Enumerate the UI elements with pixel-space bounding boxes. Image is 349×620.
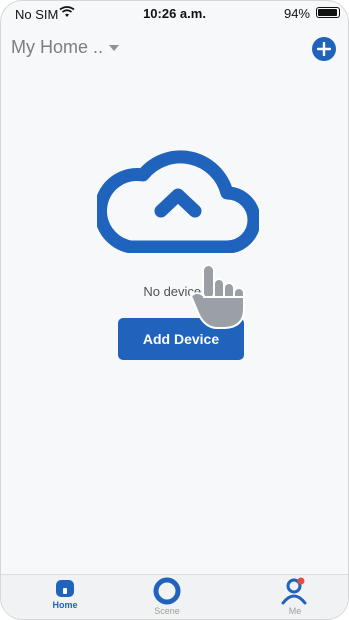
tab-scene-label: Scene [154,606,180,616]
add-button[interactable] [312,37,336,61]
battery-icon [316,7,340,18]
empty-state-message: No devices [143,284,208,299]
battery-percentage: 94% [283,6,310,21]
header: My Home .. [1,25,348,73]
tab-scene[interactable]: Scene [132,577,202,616]
home-selector[interactable]: My Home .. [11,37,120,58]
scene-icon [153,577,181,605]
home-icon [56,580,74,597]
user-icon [281,577,307,605]
status-bar: No SIM 10:26 a.m. 94% [1,1,348,25]
tab-me-label: Me [288,606,302,616]
cloud-icon [97,150,259,253]
tab-me[interactable]: Me [260,577,330,616]
add-device-label: Add Device [142,331,220,347]
plus-icon [317,42,331,56]
notification-badge [297,577,305,585]
chevron-down-icon [109,44,120,51]
app-screen: No SIM 10:26 a.m. 94% My Home .. No devi… [0,0,349,620]
hand-pointer-icon [189,264,245,329]
tab-bar: Home Scene Me [1,574,348,619]
home-name: My Home .. [11,37,104,57]
tab-home[interactable]: Home [30,577,100,610]
tab-home-label: Home [52,600,78,610]
